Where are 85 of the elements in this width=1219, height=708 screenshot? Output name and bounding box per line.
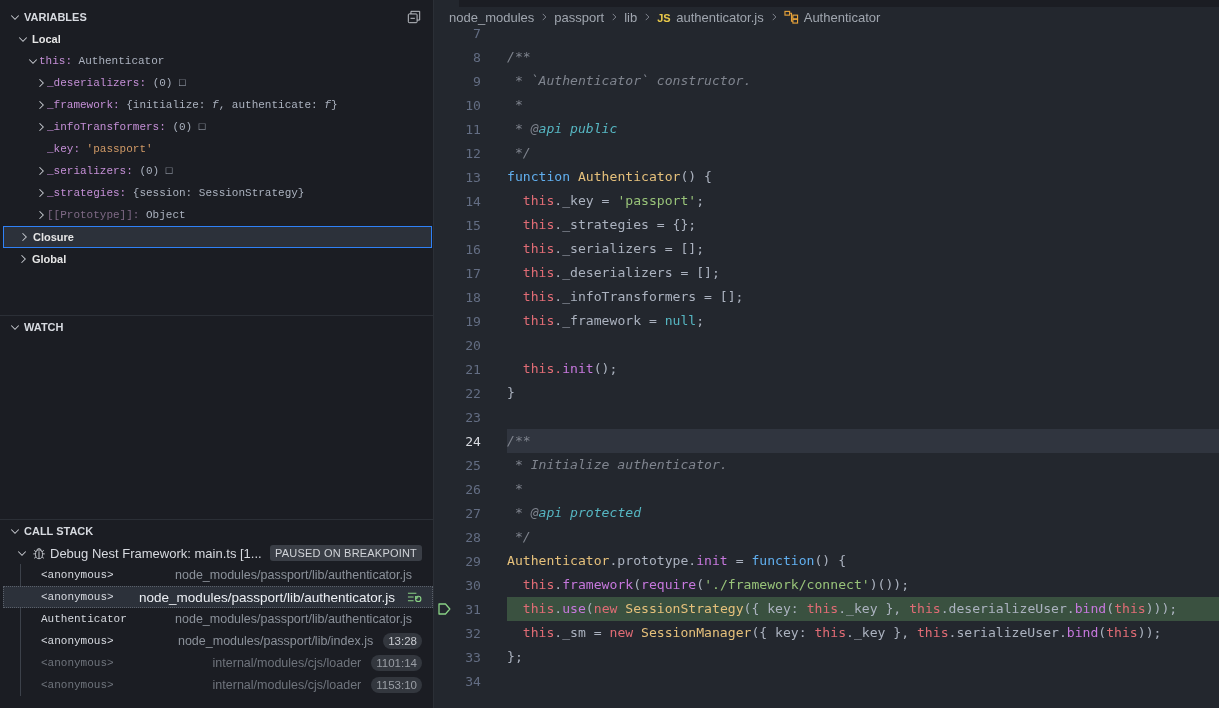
line-number: 11 [464,121,481,137]
stack-frame[interactable]: <anonymous> internal/modules/cjs/loader 1101:14 [21,652,433,674]
code-line: /** [507,48,532,66]
line-number: 33 [464,649,481,665]
line-number: 22 [464,385,481,401]
line-number: 31 [464,601,481,617]
tree-item[interactable]: _key: 'passport' [3,138,432,160]
line-number: 29 [464,553,481,569]
bug-icon [32,546,46,560]
tree-item[interactable]: Closure [3,226,432,248]
line-number: 32 [464,625,481,641]
line-number: 16 [464,241,481,257]
line-number: 24 [464,433,481,449]
code-line: this.framework(require('./framework/connect')()); [521,576,911,594]
line-number: 20 [464,337,481,353]
code-line: * Initialize authenticator. [513,456,729,474]
line-number: 19 [464,313,481,329]
tree-item[interactable]: _framework: {initialize: f, authenticate: f} [3,94,432,116]
code-line: this._infoTransformers = []; [521,288,745,306]
code-line: */ [513,528,532,546]
line-number: 27 [464,505,481,521]
tree-item[interactable]: this: Authenticator [3,50,432,72]
line-badge: 1101:14 [371,655,422,671]
section-header[interactable]: WATCH [0,316,433,338]
line-number: 34 [464,673,481,689]
tree-item[interactable]: [[Prototype]]: Object [3,204,432,226]
code-line: Authenticator.prototype.init = function() { [507,552,848,570]
line-number: 9 [472,73,481,89]
code-line: this._framework = null; [521,312,706,330]
breadcrumb[interactable]: passport [554,9,605,25]
paused-frame-icon [437,603,451,615]
line-number: 13 [464,169,481,185]
line-number: 8 [472,49,481,65]
code-line: this._key = 'passport'; [521,192,706,210]
code-line: * @api protected [513,504,643,522]
line-number: 15 [464,217,481,233]
line-number: 14 [464,193,481,209]
line-number: 17 [464,265,481,281]
section-header[interactable]: CALL STACK [0,520,433,542]
line-number: 18 [464,289,481,305]
tree-item[interactable]: _deserializers: (0) □ [3,72,432,94]
restart-frame-icon[interactable] [407,591,422,603]
breadcrumb[interactable]: JS authenticator.js [657,9,764,25]
line-number: 12 [464,145,481,161]
line-badge: 1153:10 [371,677,422,693]
breadcrumb[interactable]: node_modules [449,9,535,25]
breadcrumb[interactable]: lib [624,9,638,25]
code-line: * [513,480,524,498]
tree-item[interactable]: Local [3,28,432,50]
code-line: this._deserializers = []; [521,264,721,282]
code-line: function Authenticator() { [507,168,713,186]
code-line: this._strategies = {}; [521,216,698,234]
code-line: */ [513,144,532,162]
code-line: this._sm = new SessionManager({ key: this._key }, this.serializeUser.bind(this)); [521,624,1163,642]
tree-item[interactable]: Global [3,248,432,270]
line-number: 10 [464,97,481,113]
line-number: 25 [464,457,481,473]
line-number: 7 [472,25,481,41]
code-line: }; [507,648,524,666]
stack-frame[interactable]: Authenticator node_modules/passport/lib/authenticator.js [21,608,433,630]
code-line: * [513,96,524,114]
tree-item[interactable]: _strategies: {session: SessionStrategy} [3,182,432,204]
tree-item[interactable]: _infoTransformers: (0) □ [3,116,432,138]
breadcrumb[interactable]: Authenticator [803,9,881,25]
code-line: * @api public [513,120,619,138]
stack-frame[interactable]: <anonymous> internal/modules/cjs/loader 1153:10 [21,674,433,696]
line-number: 21 [464,361,481,377]
stack-frame[interactable]: <anonymous> node_modules/passport/lib/index.js 13:28 [21,630,433,652]
line-number: 28 [464,529,481,545]
tree-item[interactable]: _serializers: (0) □ [3,160,432,182]
line-badge: 13:28 [383,633,422,649]
status-badge: PAUSED ON BREAKPOINT [270,545,422,561]
collapse-all-icon[interactable] [407,10,421,24]
stack-frame[interactable]: <anonymous> node_modules/passport/lib/authenticator.js [3,586,433,608]
code-line: this._serializers = []; [521,240,706,258]
line-number: 23 [464,409,481,425]
line-number: 26 [464,481,481,497]
code-line: this.init(); [521,360,619,378]
code-line: } [507,384,516,402]
debug-session[interactable]: Debug Nest Framework: main.ts [1... PAUSED ON BREAKPOINT [0,542,433,564]
class-symbol-icon [783,10,799,24]
line-number: 30 [464,577,481,593]
stack-frame[interactable]: <anonymous> node_modules/passport/lib/authenticator.js [21,564,433,586]
code-line: * `Authenticator` constructor. [513,72,753,90]
section-header[interactable]: VARIABLES [0,6,433,28]
